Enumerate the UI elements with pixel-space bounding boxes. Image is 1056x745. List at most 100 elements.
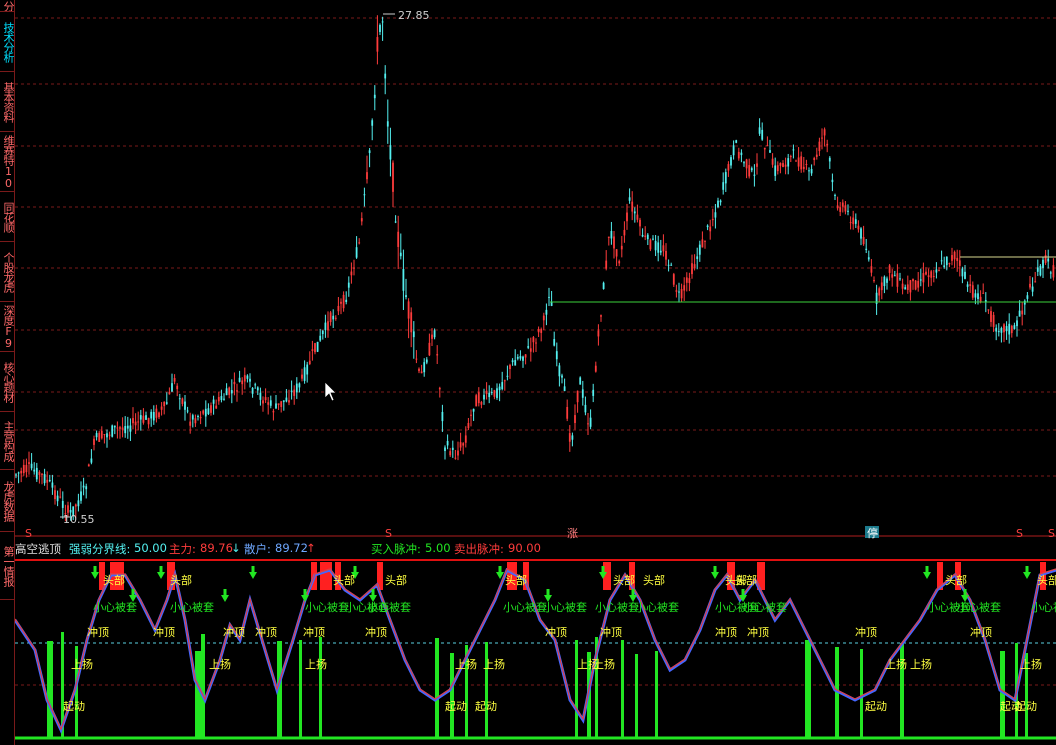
candle-body — [992, 314, 995, 327]
sidebar-tab-4[interactable]: 同花顺 — [0, 192, 14, 242]
candle-body — [217, 397, 220, 402]
chart-canvas[interactable]: 27.8510.55S S 涨停 S S头部 头部 头部头部 头部头部 头部 头部 头部 头部 头部小心… — [15, 0, 1056, 745]
candle-body — [737, 151, 740, 159]
sidebar-tab-2[interactable]: 基本资料 — [0, 72, 14, 132]
candle-body — [355, 247, 358, 258]
sell-arrow-icon — [221, 595, 229, 602]
candle-body — [795, 160, 797, 162]
candle-body — [295, 383, 298, 393]
candle-body — [587, 423, 589, 425]
candle-body — [657, 242, 660, 253]
sidebar-tab-1[interactable]: 技术分析 — [0, 12, 14, 72]
candle-body — [730, 157, 732, 166]
buy-pulse-bar — [201, 634, 205, 738]
candle-body — [935, 269, 938, 273]
candle-body — [137, 421, 140, 423]
candle-body — [163, 401, 166, 407]
candle-body — [272, 411, 275, 413]
candle-body — [420, 371, 423, 374]
price-marker: 涨 — [567, 527, 578, 540]
candle-body — [691, 263, 693, 275]
indicator-header: 高空逃顶 强弱分界线: 50.00 主力: 89.76 ↓ 散户: 89.72 … — [15, 540, 1056, 556]
candle-body — [457, 450, 459, 456]
candle-body — [488, 392, 491, 398]
candle-body — [1018, 310, 1021, 317]
label-start: 起动 — [63, 700, 85, 713]
sidebar-tab-6[interactable]: 深度F9 — [0, 302, 14, 352]
candle-body — [290, 390, 293, 392]
candle-body — [319, 335, 322, 341]
candle-body — [415, 358, 418, 360]
candle-body — [210, 405, 212, 413]
candle-body — [327, 321, 329, 331]
sell-arrow-stem — [303, 589, 307, 595]
candle-body — [212, 399, 215, 404]
candle-body — [930, 271, 933, 278]
candle-body — [613, 236, 615, 249]
candle-body — [493, 390, 496, 397]
candle-body — [506, 375, 509, 377]
candle-body — [311, 349, 314, 351]
label-caution: 小心被套 — [1031, 601, 1056, 614]
candle-body — [901, 283, 904, 289]
candle-body — [756, 163, 758, 167]
candle-body — [891, 274, 894, 278]
sell-arrow-icon — [923, 572, 931, 579]
candle-body — [194, 418, 197, 424]
candle-body — [969, 284, 972, 286]
sell-arrow-icon — [157, 572, 165, 579]
candle-body — [363, 194, 366, 196]
candle-body — [652, 238, 654, 240]
candle-body — [345, 299, 348, 302]
candle-body — [867, 257, 870, 260]
candle-body — [251, 387, 254, 394]
candle-body — [688, 278, 691, 284]
candle-body — [467, 422, 470, 429]
price-marker: S — [1048, 527, 1055, 540]
sidebar-tab-9[interactable]: 龙虎数据 — [0, 470, 14, 532]
candle-body — [485, 390, 488, 395]
sidebar-tab-5[interactable]: 个股龙虎 — [0, 242, 14, 302]
candle-body — [626, 212, 628, 222]
sell-arrow-stem — [741, 589, 745, 595]
candle-body — [792, 149, 795, 151]
candle-body — [834, 194, 836, 196]
candle-body — [480, 401, 483, 405]
candle-body — [828, 157, 831, 162]
candle-body — [558, 365, 561, 377]
candle-body — [1000, 327, 1003, 333]
candle-body — [636, 214, 639, 220]
candle-body — [389, 145, 392, 160]
candle-body — [106, 433, 108, 438]
indicator-name[interactable]: 高空逃顶 — [15, 541, 61, 557]
sidebar-tab-10[interactable]: 第一情报 — [0, 532, 14, 600]
candle-body — [797, 157, 800, 167]
candle-body — [324, 322, 327, 331]
candle-body — [912, 279, 914, 282]
sell-arrow-stem — [631, 589, 635, 595]
label-top: 头部 — [1037, 573, 1056, 587]
candle-body — [423, 362, 426, 373]
candle-body — [878, 288, 881, 296]
price-low-label: 10.55 — [63, 513, 95, 526]
candle-body — [964, 271, 966, 279]
candle-body — [199, 417, 202, 419]
label-caution: 小心被套 — [543, 601, 587, 614]
candle-body — [979, 296, 982, 303]
sidebar-tab-7[interactable]: 核心题材 — [0, 352, 14, 412]
candle-body — [384, 73, 387, 79]
label-top: 头部 — [735, 573, 757, 587]
candle-body — [1052, 265, 1055, 278]
candle-body — [334, 317, 337, 319]
main-force-label: 主力: — [169, 542, 196, 556]
chart-area[interactable]: 27.85 10.55 S S 涨停 S S 头部 头部 头部 头部 头部 头部 头部 头部 头部 头部 头部 小心… — [15, 0, 1056, 745]
buy-pulse-bar — [621, 640, 624, 738]
label-start: 起动 — [475, 700, 497, 713]
label-rise: 上扬 — [305, 657, 327, 671]
sidebar-tab-0[interactable]: 分 — [0, 0, 14, 12]
buy-pulse-bar — [195, 651, 201, 738]
sidebar-tab-8[interactable]: 主营构成 — [0, 412, 14, 470]
sidebar-tab-3[interactable]: 维赛特10 — [0, 132, 14, 192]
candle-body — [464, 435, 467, 443]
candle-body — [854, 219, 857, 224]
